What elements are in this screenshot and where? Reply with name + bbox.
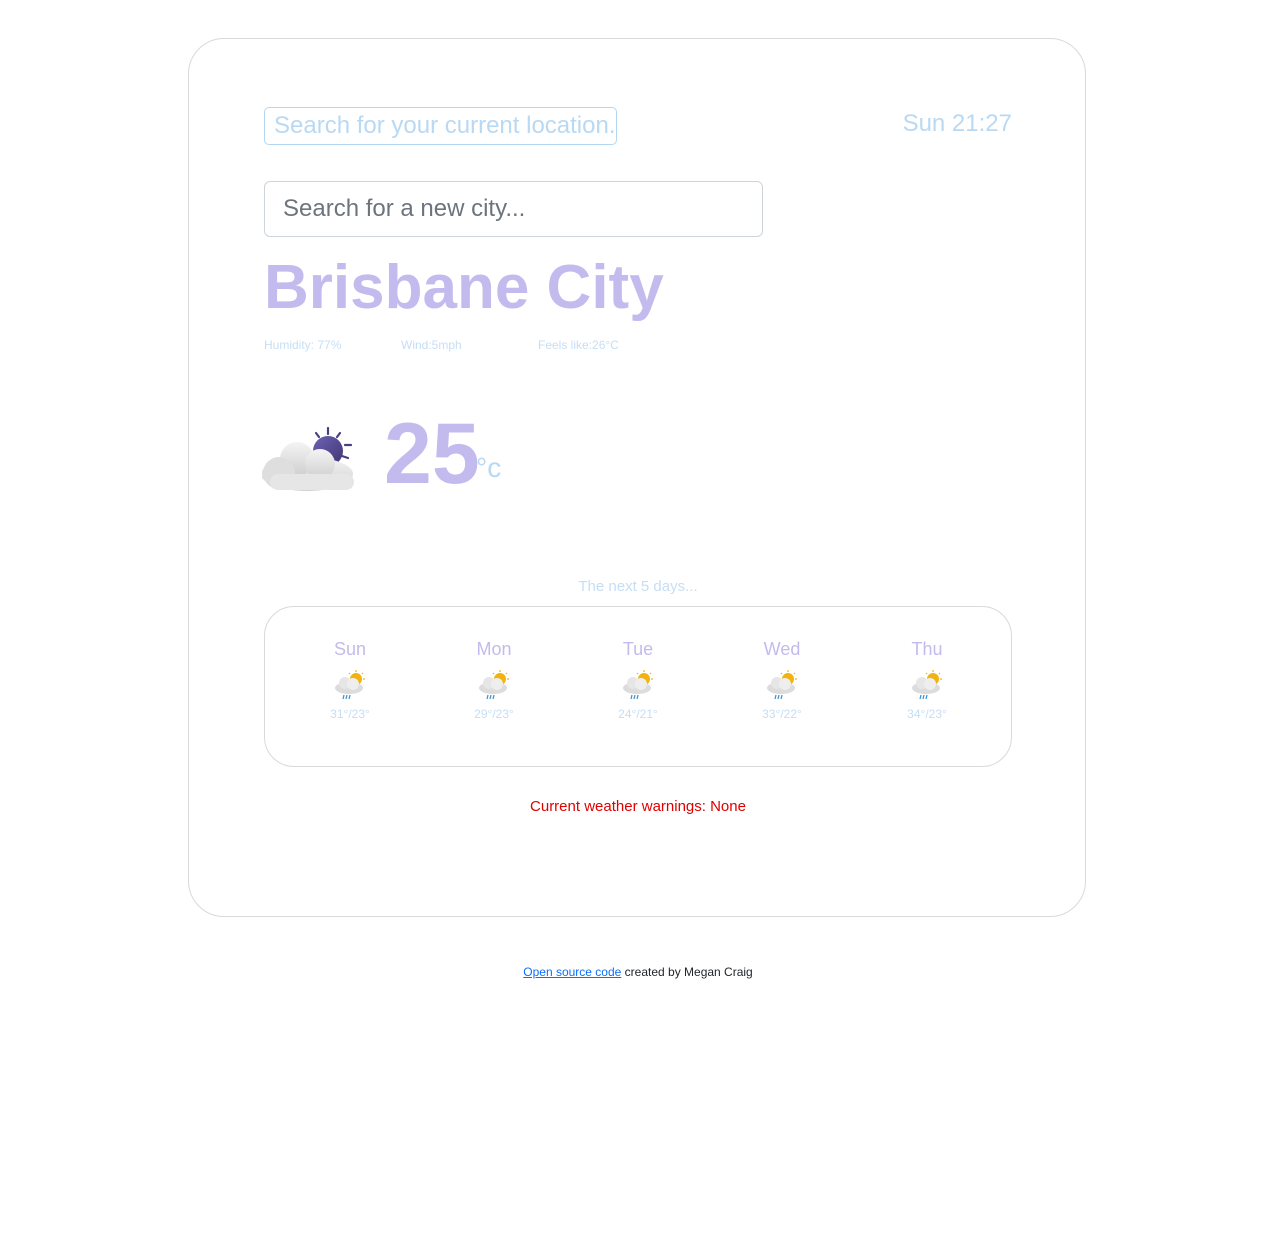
current-temperature: 25 <box>384 406 480 502</box>
forecast-day: Tue 24°/21° <box>578 637 698 721</box>
sun-cloud-rain-icon <box>335 670 365 700</box>
sun-cloud-rain-icon <box>479 670 509 700</box>
forecast-temps: 29°/23° <box>474 707 514 721</box>
forecast-heading: The next 5 days... <box>578 578 698 595</box>
weather-warnings: Current weather warnings: None <box>530 798 746 815</box>
current-location-button[interactable]: Search for your current location... <box>264 107 617 145</box>
forecast-temps: 31°/23° <box>330 707 370 721</box>
forecast-day-name: Mon <box>476 639 512 659</box>
source-code-link[interactable]: Open source code <box>523 965 621 979</box>
sun-cloud-rain-icon <box>912 670 942 700</box>
footer-credit: created by Megan Craig <box>621 965 753 979</box>
forecast-temps: 24°/21° <box>618 707 658 721</box>
city-name: Brisbane City <box>264 253 664 322</box>
forecast-day-name: Thu <box>911 639 943 659</box>
sun-cloud-rain-icon <box>767 670 797 700</box>
forecast-panel: Sun 31°/23° Mon 29°/23° Tue 24°/21° Wed … <box>264 606 1012 767</box>
humidity-value: Humidity: 77% <box>264 338 342 352</box>
sun-cloud-rain-icon <box>623 670 653 700</box>
wind-value: Wind:5mph <box>401 338 462 352</box>
partly-cloudy-night-icon <box>262 426 354 491</box>
forecast-day-name: Wed <box>763 639 801 659</box>
date-time: Sun 21:27 <box>902 110 1012 137</box>
forecast-day: Wed 33°/22° <box>722 637 842 721</box>
forecast-day: Mon 29°/23° <box>434 637 554 721</box>
forecast-day: Thu 34°/23° <box>867 637 987 721</box>
forecast-day: Sun 31°/23° <box>290 637 410 721</box>
forecast-temps: 33°/22° <box>762 707 802 721</box>
forecast-day-name: Tue <box>622 639 654 659</box>
feels-like-value: Feels like:26°C <box>538 338 619 352</box>
footer: Open source code created by Megan Craig <box>0 965 1276 979</box>
temperature-unit: °c <box>476 452 502 483</box>
forecast-day-name: Sun <box>333 639 367 659</box>
city-search-input[interactable] <box>264 181 763 237</box>
forecast-temps: 34°/23° <box>907 707 947 721</box>
